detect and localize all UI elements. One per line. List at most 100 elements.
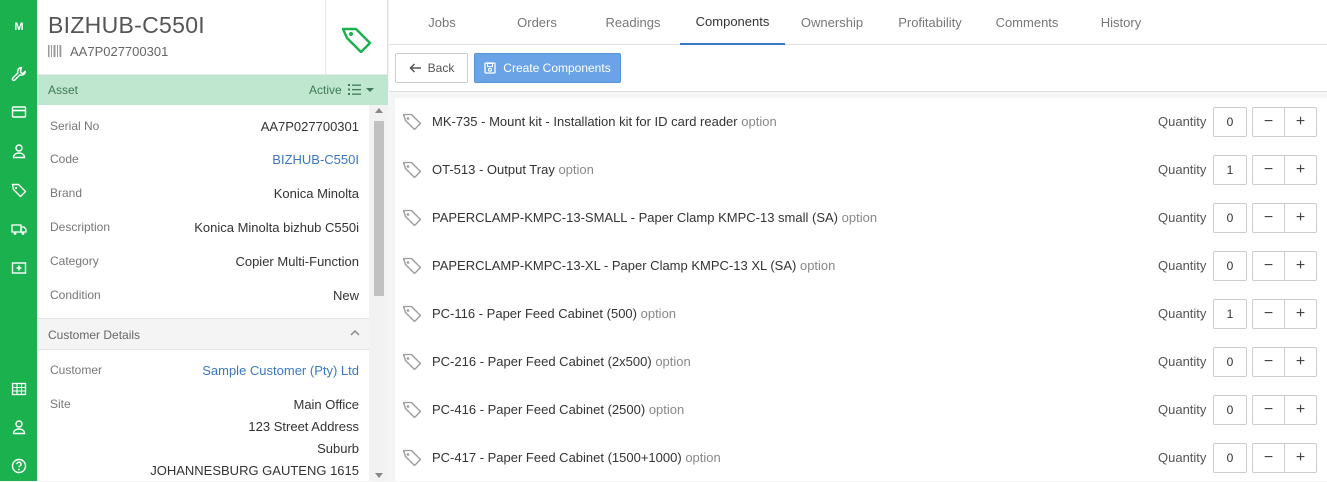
decrement-button[interactable]: − xyxy=(1252,347,1285,377)
tag-icon xyxy=(402,401,422,418)
tab-components[interactable]: Components xyxy=(680,0,785,45)
tab-profitability[interactable]: Profitability xyxy=(881,0,979,45)
tag-icon xyxy=(402,353,422,370)
chevron-up-icon[interactable] xyxy=(350,329,360,337)
left-rail: M xyxy=(0,0,37,481)
quantity-input[interactable]: 0 xyxy=(1213,347,1247,377)
card-icon[interactable] xyxy=(0,99,37,125)
medical-icon[interactable] xyxy=(0,255,37,281)
asset-panel: BIZHUB-C550I AA7P027700301 Asset Active … xyxy=(37,0,388,481)
toolbar: Back Create Components xyxy=(389,45,1327,92)
tab-jobs[interactable]: Jobs xyxy=(400,0,484,45)
asset-status-bar: Asset Active xyxy=(37,75,388,105)
scroll-down-arrow-icon[interactable] xyxy=(375,473,383,478)
tab-comments[interactable]: Comments xyxy=(983,0,1071,45)
scroll-up-arrow-icon[interactable] xyxy=(375,108,383,113)
scrollbar-thumb[interactable] xyxy=(374,121,384,296)
list-menu-icon[interactable] xyxy=(347,82,375,98)
tag-icon xyxy=(341,27,372,53)
quantity-input[interactable]: 0 xyxy=(1213,251,1247,281)
detail-value: Konica Minolta xyxy=(273,186,359,201)
quantity-label: Quantity xyxy=(1158,354,1207,369)
quantity-input[interactable]: 0 xyxy=(1213,203,1247,233)
component-name: PC-216 - Paper Feed Cabinet (2x500) opti… xyxy=(432,354,691,369)
detail-label: Condition xyxy=(50,288,101,302)
customer-details-header[interactable]: Customer Details xyxy=(37,318,369,350)
increment-button[interactable]: + xyxy=(1284,251,1317,281)
site-line: Suburb xyxy=(317,441,359,456)
tag-icon xyxy=(402,257,422,274)
component-title: MK-735 - Mount kit - Installation kit fo… xyxy=(432,114,738,129)
increment-button[interactable]: + xyxy=(1284,299,1317,329)
user-icon[interactable] xyxy=(0,414,37,440)
logo-text: M xyxy=(14,21,23,33)
decrement-button[interactable]: − xyxy=(1252,107,1285,137)
tag-icon[interactable] xyxy=(0,177,37,203)
quantity-label: Quantity xyxy=(1158,162,1207,177)
quantity-input[interactable]: 1 xyxy=(1213,155,1247,185)
tag-icon xyxy=(402,449,422,466)
customer-link[interactable]: Sample Customer (Pty) Ltd xyxy=(202,363,359,378)
truck-icon[interactable] xyxy=(0,216,37,242)
component-name: MK-735 - Mount kit - Installation kit fo… xyxy=(432,114,777,129)
quantity-input[interactable]: 1 xyxy=(1213,299,1247,329)
quantity-input[interactable]: 0 xyxy=(1213,107,1247,137)
component-name: OT-513 - Output Tray option xyxy=(432,162,594,177)
detail-label: Brand xyxy=(50,186,83,200)
increment-button[interactable]: + xyxy=(1284,443,1317,473)
component-tag: option xyxy=(640,306,677,321)
decrement-button[interactable]: − xyxy=(1252,443,1285,473)
tag-icon xyxy=(402,305,422,322)
detail-value: Konica Minolta bizhub C550i xyxy=(194,220,359,235)
decrement-button[interactable]: − xyxy=(1252,299,1285,329)
detail-label: Site xyxy=(50,397,71,411)
quantity-input[interactable]: 0 xyxy=(1213,395,1247,425)
tab-bar: Jobs Orders Readings Components Ownershi… xyxy=(389,0,1327,45)
list-item: PC-216 - Paper Feed Cabinet (2x500) opti… xyxy=(395,338,1327,386)
tab-ownership[interactable]: Ownership xyxy=(786,0,878,45)
component-name: PC-116 - Paper Feed Cabinet (500) option xyxy=(432,306,676,321)
create-components-button[interactable]: Create Components xyxy=(474,53,621,83)
save-icon xyxy=(484,62,496,74)
component-tag: option xyxy=(648,402,685,417)
increment-button[interactable]: + xyxy=(1284,347,1317,377)
component-title: PAPERCLAMP-KMPC-13-SMALL - Paper Clamp K… xyxy=(432,210,838,225)
asset-details: Serial No AA7P027700301 Code BIZHUB-C550… xyxy=(37,105,369,481)
component-name: PC-417 - Paper Feed Cabinet (1500+1000) … xyxy=(432,450,721,465)
decrement-button[interactable]: − xyxy=(1252,395,1285,425)
component-title: PC-417 - Paper Feed Cabinet (1500+1000) xyxy=(432,450,682,465)
increment-button[interactable]: + xyxy=(1284,107,1317,137)
list-item: PC-417 - Paper Feed Cabinet (1500+1000) … xyxy=(395,434,1327,482)
help-icon[interactable] xyxy=(0,453,37,479)
component-title: PAPERCLAMP-KMPC-13-XL - Paper Clamp KMPC… xyxy=(432,258,797,273)
tag-icon xyxy=(402,161,422,178)
wrench-icon[interactable] xyxy=(0,61,37,87)
asset-bar-label: Asset xyxy=(48,83,79,97)
decrement-button[interactable]: − xyxy=(1252,155,1285,185)
app-logo[interactable]: M xyxy=(0,14,37,40)
decrement-button[interactable]: − xyxy=(1252,203,1285,233)
decrement-button[interactable]: − xyxy=(1252,251,1285,281)
asset-serial: AA7P027700301 xyxy=(70,44,169,59)
tab-history[interactable]: History xyxy=(1079,0,1163,45)
increment-button[interactable]: + xyxy=(1284,395,1317,425)
component-title: PC-116 - Paper Feed Cabinet (500) xyxy=(432,306,637,321)
user-icon[interactable] xyxy=(0,138,37,164)
tag-icon xyxy=(402,209,422,226)
barcode-icon xyxy=(48,45,62,57)
increment-button[interactable]: + xyxy=(1284,155,1317,185)
table-icon[interactable] xyxy=(0,376,37,402)
code-link[interactable]: BIZHUB-C550I xyxy=(272,152,359,167)
back-button[interactable]: Back xyxy=(395,53,468,83)
detail-value: AA7P027700301 xyxy=(260,119,359,134)
component-name: PC-416 - Paper Feed Cabinet (2500) optio… xyxy=(432,402,684,417)
increment-button[interactable]: + xyxy=(1284,203,1317,233)
component-title: OT-513 - Output Tray xyxy=(432,162,555,177)
quantity-input[interactable]: 0 xyxy=(1213,443,1247,473)
component-title: PC-216 - Paper Feed Cabinet (2x500) xyxy=(432,354,652,369)
tab-readings[interactable]: Readings xyxy=(586,0,680,45)
component-tag: option xyxy=(841,210,878,225)
list-item: MK-735 - Mount kit - Installation kit fo… xyxy=(395,98,1327,146)
tag-icon xyxy=(402,113,422,130)
tab-orders[interactable]: Orders xyxy=(493,0,581,45)
